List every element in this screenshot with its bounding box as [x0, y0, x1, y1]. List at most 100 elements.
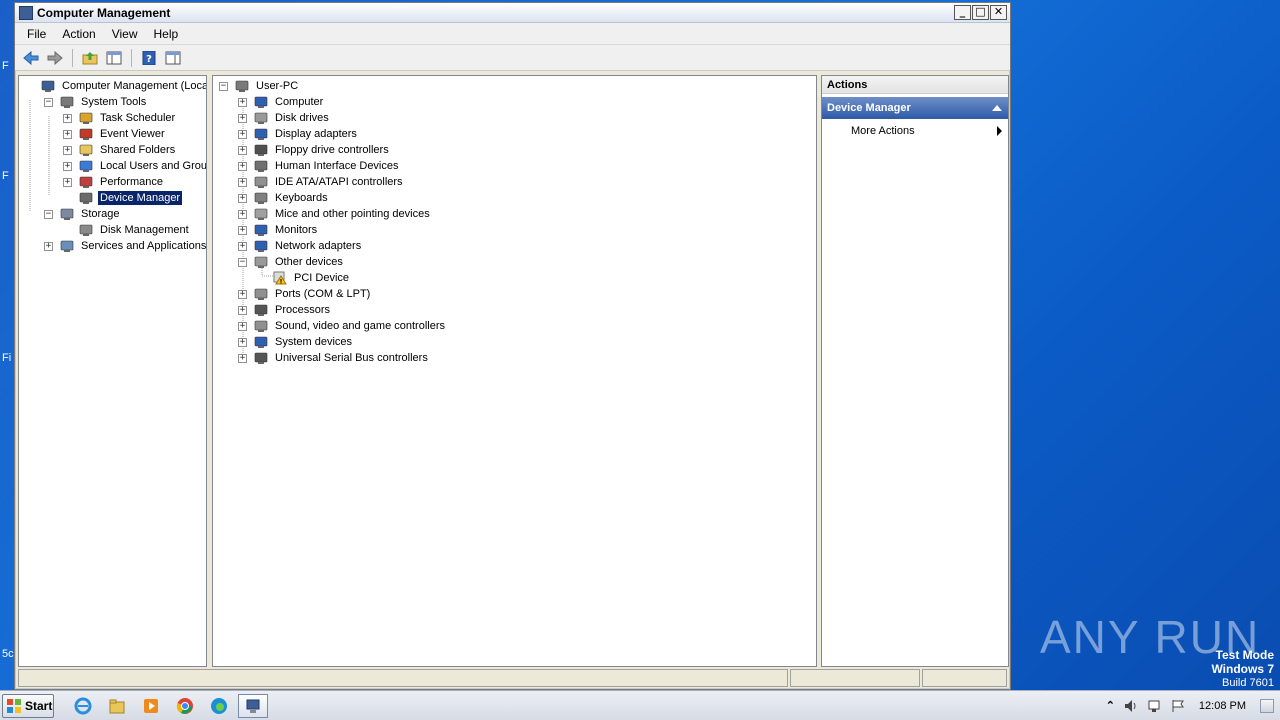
expand-icon[interactable]: +	[63, 113, 72, 123]
device-tree-item-row[interactable]: + Universal Serial Bus controllers	[238, 350, 430, 366]
menu-action[interactable]: Action	[54, 27, 103, 41]
menu-file[interactable]: File	[19, 27, 54, 41]
device-tree-item-label[interactable]: System devices	[273, 335, 354, 349]
more-actions-item[interactable]: More Actions	[822, 121, 1008, 141]
console-tree-item-label[interactable]: System Tools	[79, 95, 148, 109]
device-tree-item-label[interactable]: User-PC	[254, 79, 300, 93]
device-tree-item-row[interactable]: + Sound, video and game controllers	[238, 318, 447, 334]
console-tree-item-label[interactable]: Event Viewer	[98, 127, 167, 141]
expand-icon[interactable]: +	[63, 177, 72, 187]
expand-icon[interactable]: +	[238, 193, 247, 203]
console-tree-item-label[interactable]: Device Manager	[98, 191, 183, 205]
expand-icon[interactable]: +	[238, 113, 247, 123]
expand-icon[interactable]: +	[63, 145, 72, 155]
device-tree-item-label[interactable]: Universal Serial Bus controllers	[273, 351, 430, 365]
console-tree-item-row[interactable]: Device Manager	[63, 190, 183, 206]
device-tree-item-label[interactable]: Display adapters	[273, 127, 359, 141]
device-tree-item-label[interactable]: Network adapters	[273, 239, 363, 253]
expand-icon[interactable]: +	[238, 97, 247, 107]
console-tree-item-label[interactable]: Performance	[98, 175, 165, 189]
collapse-icon[interactable]: −	[44, 209, 53, 219]
expand-icon[interactable]: +	[238, 177, 247, 187]
start-button[interactable]: Start	[2, 693, 54, 718]
expand-icon[interactable]: +	[238, 241, 247, 251]
device-tree-item-row[interactable]: + Keyboards	[238, 190, 330, 206]
show-hide-action-pane-button[interactable]	[163, 48, 183, 68]
device-tree-item-row[interactable]: + Disk drives	[238, 110, 331, 126]
device-tree-item-row[interactable]: + Human Interface Devices	[238, 158, 401, 174]
taskbar-computer-management[interactable]	[238, 693, 268, 718]
device-tree-item-label[interactable]: Other devices	[273, 255, 345, 269]
device-tree-item-label[interactable]: Floppy drive controllers	[273, 143, 391, 157]
expand-icon[interactable]: +	[238, 129, 247, 139]
back-button[interactable]	[21, 48, 41, 68]
device-tree-item-row[interactable]: + IDE ATA/ATAPI controllers	[238, 174, 405, 190]
console-tree-item-label[interactable]: Local Users and Groups	[98, 159, 206, 173]
console-tree-item-label[interactable]: Services and Applications	[79, 239, 206, 253]
menu-help[interactable]: Help	[146, 27, 187, 41]
device-tree-item-row[interactable]: + Network adapters	[238, 238, 363, 254]
expand-icon[interactable]: +	[238, 225, 247, 235]
taskbar-media-player[interactable]	[136, 694, 166, 718]
device-tree-item-label[interactable]: PCI Device	[292, 271, 351, 285]
console-tree-item-label[interactable]: Disk Management	[98, 223, 191, 237]
device-tree-pane[interactable]: − User-PC + Computer + Disk drives + Display ad…	[212, 75, 817, 667]
collapse-icon[interactable]: −	[44, 97, 53, 107]
device-tree-item-row[interactable]: + System devices	[238, 334, 354, 350]
collapse-icon[interactable]: −	[219, 81, 228, 91]
device-tree-item-row[interactable]: + Computer	[238, 94, 325, 110]
console-tree-item-row[interactable]: + Performance	[63, 174, 165, 190]
action-center-flag-icon[interactable]	[1171, 699, 1185, 713]
device-tree-item-row[interactable]: + Mice and other pointing devices	[238, 206, 432, 222]
console-tree-item-row[interactable]: − Storage	[44, 206, 122, 222]
show-desktop-button[interactable]	[1260, 698, 1274, 713]
console-tree-item-label[interactable]: Shared Folders	[98, 143, 177, 157]
expand-icon[interactable]: +	[238, 305, 247, 315]
device-tree-item-label[interactable]: Processors	[273, 303, 332, 317]
expand-icon[interactable]: +	[238, 337, 247, 347]
device-tree-item-row[interactable]: + Monitors	[238, 222, 319, 238]
device-tree-item-label[interactable]: IDE ATA/ATAPI controllers	[273, 175, 405, 189]
console-tree-item-row[interactable]: Disk Management	[63, 222, 191, 238]
title-bar[interactable]: Computer Management _ □ ✕	[15, 3, 1010, 23]
collapse-icon[interactable]: −	[238, 257, 247, 267]
network-icon[interactable]	[1147, 699, 1163, 713]
expand-icon[interactable]: +	[63, 129, 72, 139]
taskbar-ie[interactable]	[68, 694, 98, 718]
console-tree-item-row[interactable]: − System Tools	[44, 94, 148, 110]
console-tree-item-label[interactable]: Computer Management (Local)	[60, 79, 206, 93]
console-tree-pane[interactable]: Computer Management (Local) − System Tools…	[18, 75, 207, 667]
device-tree-item-label[interactable]: Keyboards	[273, 191, 330, 205]
console-tree-item-label[interactable]: Storage	[79, 207, 122, 221]
expand-icon[interactable]: +	[44, 241, 53, 251]
console-tree-item-row[interactable]: + Event Viewer	[63, 126, 167, 142]
maximize-button[interactable]: □	[972, 5, 989, 20]
device-tree-item-label[interactable]: Computer	[273, 95, 325, 109]
device-tree-item-row[interactable]: + Floppy drive controllers	[238, 142, 391, 158]
console-tree-item-row[interactable]: + Local Users and Groups	[63, 158, 206, 174]
expand-icon[interactable]: +	[238, 289, 247, 299]
device-tree-item-row[interactable]: + Processors	[238, 302, 332, 318]
device-tree-item-row[interactable]: ! PCI Device	[257, 270, 351, 286]
show-hide-console-tree-button[interactable]	[104, 48, 124, 68]
help-button[interactable]: ?	[139, 48, 159, 68]
console-tree-item-label[interactable]: Task Scheduler	[98, 111, 177, 125]
device-tree-item-label[interactable]: Ports (COM & LPT)	[273, 287, 372, 301]
up-level-button[interactable]	[80, 48, 100, 68]
close-button[interactable]: ✕	[990, 5, 1007, 20]
clock[interactable]: 12:08 PM	[1193, 700, 1252, 712]
device-tree-item-label[interactable]: Monitors	[273, 223, 319, 237]
console-tree-item-row[interactable]: + Task Scheduler	[63, 110, 177, 126]
device-tree-item-label[interactable]: Sound, video and game controllers	[273, 319, 447, 333]
show-hidden-icons-icon[interactable]: ⌃	[1106, 699, 1115, 712]
collapse-up-icon[interactable]	[992, 105, 1002, 111]
expand-icon[interactable]: +	[238, 145, 247, 155]
actions-section-device-manager[interactable]: Device Manager	[822, 97, 1008, 119]
expand-icon[interactable]: +	[63, 161, 72, 171]
device-tree-item-row[interactable]: − Other devices	[238, 254, 345, 270]
device-tree-item-row[interactable]: + Display adapters	[238, 126, 359, 142]
expand-icon[interactable]: +	[238, 353, 247, 363]
device-tree-item-row[interactable]: + Ports (COM & LPT)	[238, 286, 372, 302]
minimize-button[interactable]: _	[954, 5, 971, 20]
console-tree-item-row[interactable]: + Services and Applications	[44, 238, 206, 254]
